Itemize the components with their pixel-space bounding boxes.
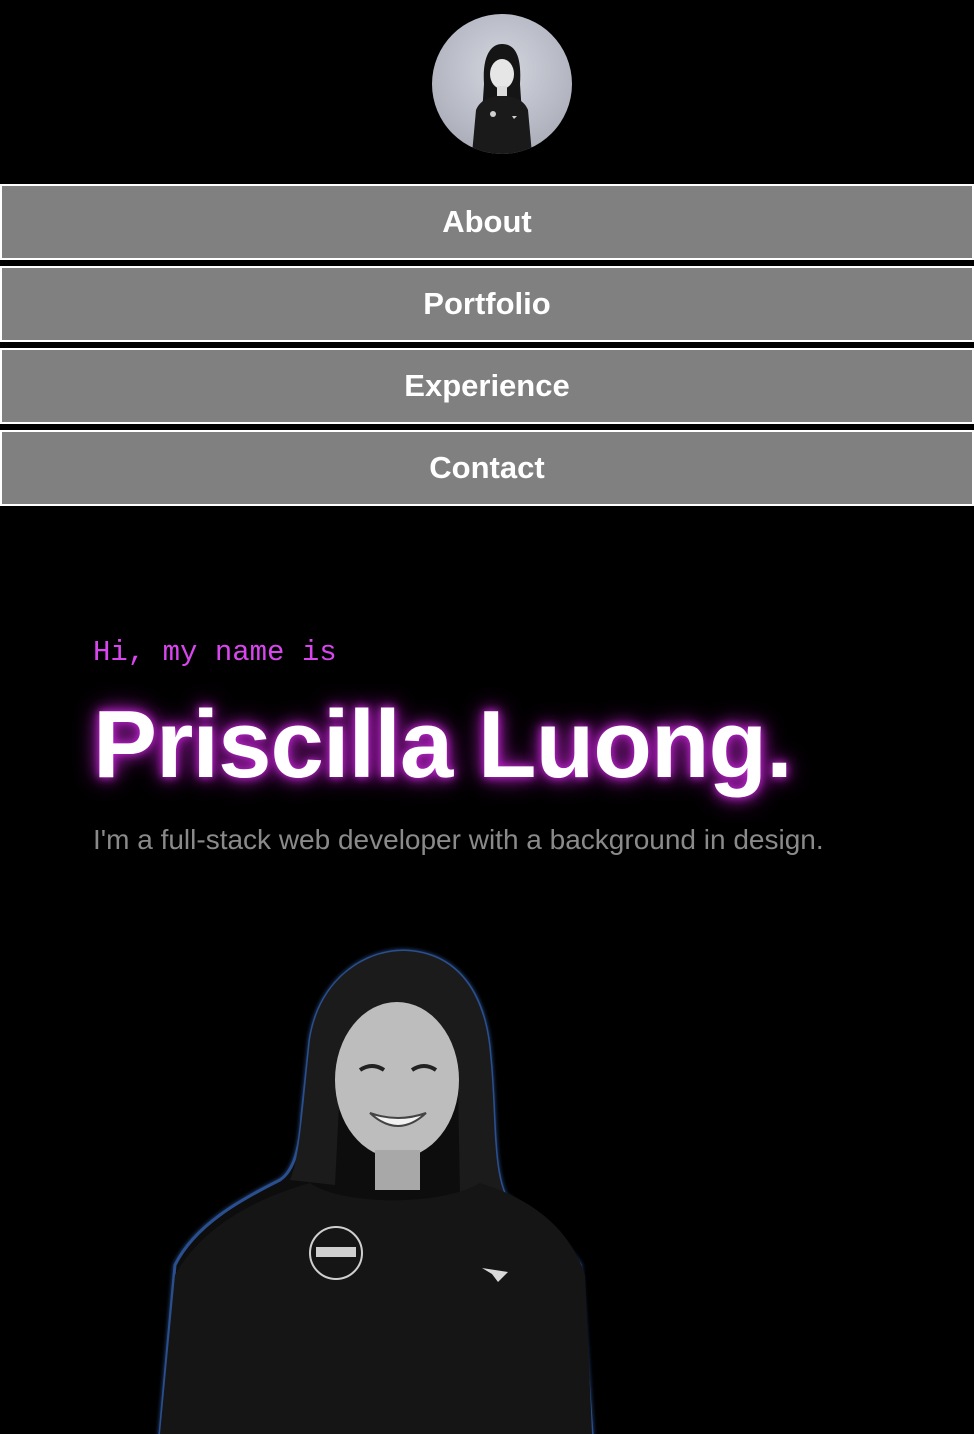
hero-tagline: I'm a full-stack web developer with a ba… [93, 824, 824, 855]
main-nav: About Portfolio Experience Contact [0, 184, 974, 512]
person-silhouette-icon [472, 44, 532, 154]
intro-text: Hi, my name is [93, 636, 337, 669]
hero-name: Priscilla Luong. [93, 691, 793, 798]
nav-item-about[interactable]: About [0, 184, 974, 260]
nav-item-contact[interactable]: Contact [0, 430, 974, 506]
portrait-photo [140, 945, 610, 1434]
avatar [432, 14, 572, 154]
avatar-photo [432, 14, 572, 154]
nav-item-portfolio[interactable]: Portfolio [0, 266, 974, 342]
nav-item-experience[interactable]: Experience [0, 348, 974, 424]
portrait-silhouette-icon [158, 949, 594, 1434]
